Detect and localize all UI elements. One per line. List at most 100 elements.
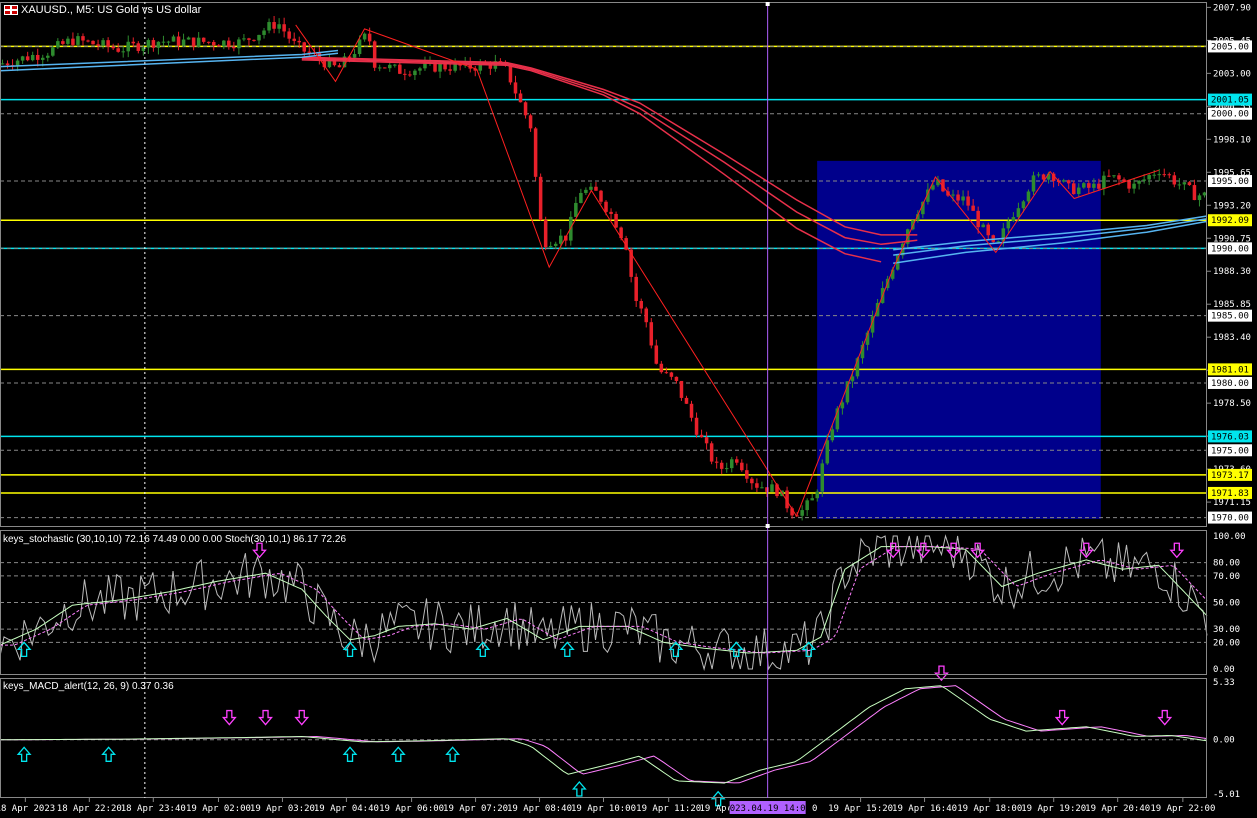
candle-body [956, 194, 960, 201]
candle-body [282, 24, 286, 32]
candle-body [971, 205, 975, 211]
crosshair-marker [765, 2, 770, 6]
candle-body [46, 55, 50, 58]
candle-body [25, 56, 30, 61]
macd-panel[interactable] [0, 665, 1208, 807]
stochastic-panel[interactable] [0, 534, 1208, 671]
candle-body [745, 470, 749, 479]
candle-body [976, 210, 980, 228]
down-arrow-icon [885, 542, 901, 559]
candle-body [634, 276, 638, 301]
time-axis-label: 18 Apr 2023 [0, 804, 55, 814]
candle-body [609, 211, 613, 214]
candle-body [1071, 183, 1076, 195]
down-arrow-icon [294, 709, 310, 726]
candle-body [1192, 185, 1197, 201]
time-axis-label: 19 Apr 16:40 [892, 804, 957, 814]
time-axis-label: 19 Apr 11:20 [636, 804, 701, 814]
up-arrow-icon [445, 746, 461, 762]
price-axis-label: 1983.40 [1213, 333, 1251, 343]
chart-canvas[interactable]: 2007.902005.452003.002000.551998.101995.… [0, 0, 1257, 818]
candle-body [996, 241, 1001, 243]
candle-body [1167, 174, 1172, 176]
candle-body [372, 41, 377, 68]
candle-body [247, 38, 251, 40]
candle-body [1097, 183, 1101, 189]
time-axis-label: 0 [812, 804, 817, 814]
candle-body [1142, 179, 1146, 181]
up-arrow-icon [571, 780, 587, 797]
candle-body [513, 82, 518, 94]
candle-body [810, 498, 814, 501]
candle-body [659, 363, 664, 373]
candle-body [206, 41, 211, 43]
candle-body [71, 38, 75, 45]
candle-body [403, 73, 407, 75]
time-axis-label: 19 Apr 02:00 [186, 804, 251, 814]
candle-body [101, 40, 105, 46]
time-axis-label: 19 Apr 07:20 [443, 804, 508, 814]
price-tag-label: 1973.17 [1211, 471, 1249, 481]
candle-body [292, 38, 296, 41]
price-tag-label: 1980.00 [1211, 379, 1249, 389]
candle-body [1157, 174, 1161, 176]
stochastic-level-label: 100.00 [1213, 532, 1246, 542]
candle-body [1182, 182, 1187, 185]
up-arrow-icon [342, 746, 358, 762]
candle-body [277, 24, 281, 29]
candle-body [337, 65, 342, 68]
candle-body [614, 213, 618, 228]
candle-body [232, 46, 236, 49]
candle-body [961, 196, 965, 201]
candle-body [15, 60, 20, 66]
candle-body [307, 51, 312, 53]
time-axis-label: 18 Apr 23:40 [121, 804, 186, 814]
candle-body [740, 462, 744, 471]
up-arrow-icon [16, 641, 32, 658]
candle-body [986, 224, 990, 236]
candle-body [1152, 174, 1156, 176]
candle-body [181, 39, 186, 46]
time-axis-label: 18 Apr 22:20 [57, 804, 122, 814]
candle-body [413, 70, 417, 76]
candle-body [689, 403, 694, 418]
candle-body [382, 67, 387, 69]
candle-body [272, 22, 276, 29]
candle-body [699, 434, 704, 438]
candle-body [674, 376, 679, 381]
candle-body [131, 41, 136, 44]
candle-body [1162, 174, 1167, 176]
candle-body [1006, 220, 1011, 229]
price-tag-label: 1985.00 [1211, 312, 1249, 322]
candle-body [1177, 184, 1182, 186]
down-arrow-icon [1054, 709, 1070, 726]
candle-body [111, 46, 115, 49]
time-axis-label: 19 Apr 04:40 [314, 804, 379, 814]
main-price-panel[interactable] [0, 15, 1208, 521]
time-axis-label: 19 Apr 22:00 [1150, 804, 1215, 814]
candle-body [589, 186, 593, 190]
stochastic-level-label: 20.00 [1213, 638, 1240, 648]
price-tag-label: 2005.00 [1211, 42, 1249, 52]
candle-body [1187, 182, 1192, 186]
down-arrow-icon [258, 709, 273, 726]
price-axis-label: 1993.20 [1213, 201, 1251, 211]
up-arrow-icon [16, 746, 32, 762]
candle-body [201, 37, 206, 42]
stochastic-title: keys_stochastic (30,10,10) 72.16 74.49 0… [3, 534, 347, 545]
down-arrow-icon [946, 542, 961, 559]
candle-body [191, 37, 196, 47]
macd-title: keys_MACD_alert(12, 26, 9) 0.37 0.36 [3, 681, 174, 692]
candle-body [1137, 180, 1141, 184]
candle-body [211, 42, 216, 46]
candle-body [96, 44, 100, 46]
candle-body [669, 372, 674, 377]
up-arrow-icon [801, 641, 817, 658]
candle-body [523, 102, 528, 116]
candle-body [528, 115, 533, 129]
candle-body [76, 36, 80, 45]
candle-body [161, 41, 166, 43]
price-tag-label: 2000.00 [1211, 110, 1249, 120]
candle-body [714, 461, 719, 463]
price-tag-label: 1995.00 [1211, 177, 1249, 187]
